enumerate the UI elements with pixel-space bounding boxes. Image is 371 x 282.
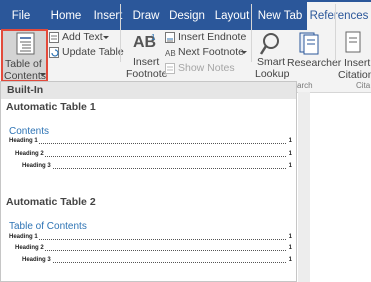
smart-lookup-button[interactable]	[253, 32, 285, 80]
insert-citation-button[interactable]	[337, 32, 371, 80]
tab-new-tab[interactable]: New Tab	[257, 0, 303, 30]
toc-entry-text: Heading 3	[22, 163, 52, 169]
gallery-section-header: Built-In	[1, 82, 296, 99]
ribbon-separator	[120, 4, 121, 62]
toc-entry-text: Heading 2	[15, 151, 45, 157]
gallery-scrollbar[interactable]	[298, 92, 310, 282]
group-label-search: arch	[297, 81, 313, 90]
insert-footnote-button[interactable]	[124, 32, 164, 80]
toc-preview-row: Heading 3 1	[22, 163, 292, 173]
toc-preview-row: Heading 3 1	[22, 257, 292, 267]
svg-text:AB: AB	[165, 49, 176, 58]
chevron-down-icon	[103, 36, 109, 39]
toc-highlight-box	[1, 29, 48, 82]
toc-entry-text: Heading 3	[22, 257, 52, 263]
tab-home[interactable]: Home	[46, 0, 86, 30]
built-in-label: Built-In	[7, 84, 44, 96]
document-area	[310, 93, 371, 282]
researcher-button[interactable]: Researcher	[287, 57, 341, 69]
toc-entry-page: 1	[288, 257, 292, 263]
ribbon-tab-bar: File Home Insert Draw Design Layout New …	[0, 0, 371, 32]
toc-preview-row: Heading 1 1	[9, 138, 292, 148]
show-notes-button[interactable]: Show Notes	[178, 62, 235, 74]
group-label-citations: Cita	[356, 81, 371, 90]
toc-entry-text: Heading 2	[15, 245, 45, 251]
toc-preview-heading: Contents	[9, 126, 50, 137]
tab-references[interactable]: References	[307, 2, 371, 32]
update-table-icon	[49, 47, 59, 58]
toc-entry-page: 1	[288, 151, 292, 157]
table-of-contents-gallery: Built-In Automatic Table 1 Contents Head…	[0, 81, 297, 282]
researcher-icon	[299, 32, 319, 55]
tab-draw[interactable]: Draw	[131, 0, 161, 30]
toc-preview-row: Heading 2 1	[15, 245, 292, 255]
tab-file[interactable]: File	[4, 0, 38, 30]
toc-entry-page: 1	[288, 245, 292, 251]
automatic-table-1-title: Automatic Table 1	[6, 101, 96, 113]
add-text-icon	[49, 32, 59, 43]
insert-endnote-icon	[165, 32, 175, 43]
update-table-button[interactable]: Update Table	[62, 46, 124, 58]
next-footnote-icon: AB	[165, 49, 176, 58]
add-text-button[interactable]: Add Text	[62, 31, 103, 43]
insert-endnote-button[interactable]: Insert Endnote	[178, 31, 246, 43]
chevron-down-icon	[241, 51, 247, 54]
automatic-table-2-title: Automatic Table 2	[6, 196, 96, 208]
toc-preview-heading: Table of Contents	[9, 221, 87, 232]
toc-preview-row: Heading 2 1	[15, 151, 292, 161]
toc-entry-text: Heading 1	[9, 234, 39, 240]
toc-entry-text: Heading 1	[9, 138, 39, 144]
toc-entry-page: 1	[288, 163, 292, 169]
toc-preview-row: Heading 1 1	[9, 234, 292, 244]
tab-layout[interactable]: Layout	[213, 0, 251, 30]
tab-design[interactable]: Design	[168, 0, 206, 30]
toc-entry-page: 1	[288, 234, 292, 240]
next-footnote-button[interactable]: Next Footnote	[178, 46, 244, 58]
ribbon-separator	[335, 4, 336, 62]
ribbon-separator	[251, 4, 252, 62]
toc-entry-page: 1	[288, 138, 292, 144]
show-notes-icon	[165, 63, 175, 74]
